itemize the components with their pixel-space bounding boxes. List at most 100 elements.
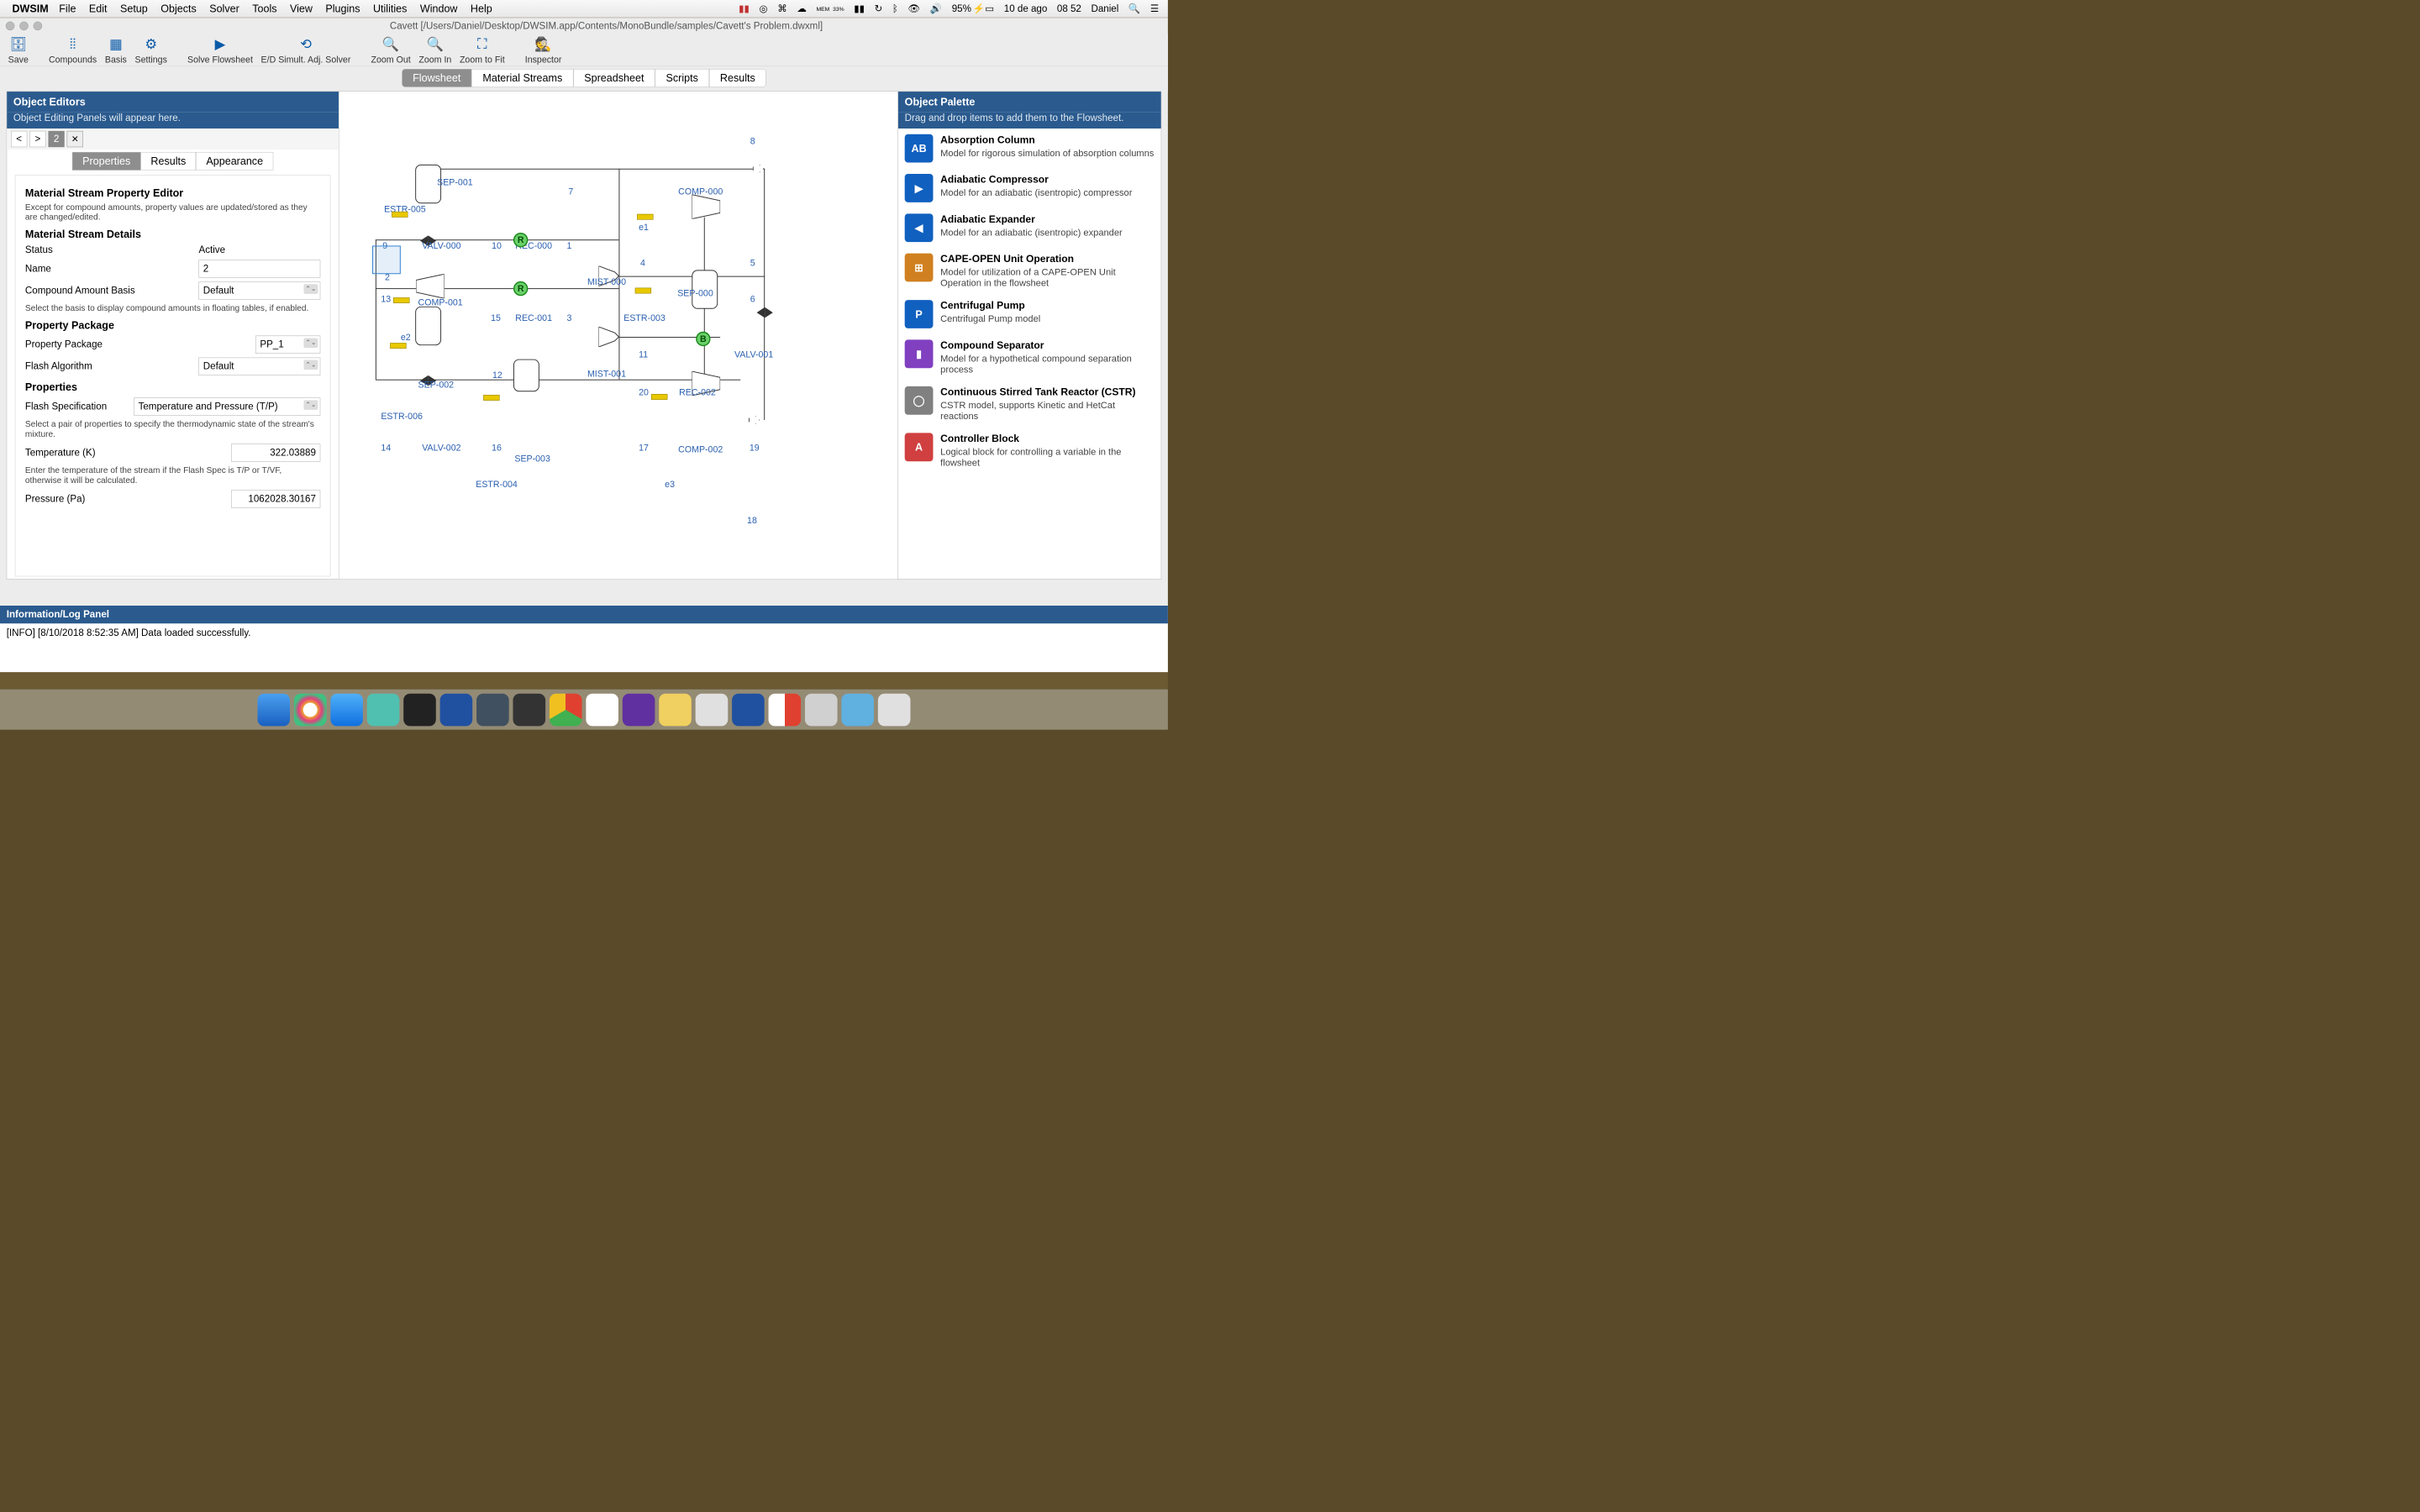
menu-objects[interactable]: Objects [154,3,203,15]
fs-label-7[interactable]: 7 [568,186,573,197]
fs-label-16[interactable]: 16 [492,443,502,454]
fs-label-estr-003[interactable]: ESTR-003 [623,313,666,324]
palette-item-absorption-column[interactable]: AB Absorption Column Model for rigorous … [898,129,1161,168]
fspec-select[interactable] [134,397,320,415]
status-icon-1[interactable]: ◎ [755,3,773,14]
fs-label-mist-001[interactable]: MIST-001 [587,368,626,379]
energy-e3[interactable] [651,394,667,400]
status-icon-2[interactable]: ▮▮ [849,3,869,14]
zoom-out-button[interactable]: 🔍Zoom Out [371,35,410,65]
fs-label-valv-001[interactable]: VALV-001 [734,349,773,360]
dock-mail[interactable] [696,693,729,726]
cloud-sync-icon[interactable]: ☁ [792,3,812,14]
menu-help[interactable]: Help [464,3,498,15]
menubar-time[interactable]: 08 52 [1052,3,1086,15]
fs-label-estr-004[interactable]: ESTR-004 [476,479,518,490]
tab-material-streams[interactable]: Material Streams [471,69,573,87]
energy-estr004[interactable] [483,395,499,401]
fs-label-11[interactable]: 11 [639,349,648,360]
palette-item-centrifugal-pump[interactable]: P Centrifugal Pump Centrifugal Pump mode… [898,294,1161,333]
comp-001[interactable] [416,274,445,298]
comp-000[interactable] [692,195,720,219]
dock-photos[interactable] [294,693,327,726]
inspector-button[interactable]: 🕵Inspector [525,35,562,65]
energy-estr003[interactable] [635,288,651,294]
fs-label-15[interactable]: 15 [491,313,501,324]
menubar-user[interactable]: Daniel [1086,3,1123,15]
selected-stream[interactable] [372,245,401,274]
pp-select[interactable] [255,336,320,354]
palette-item-compound-separator[interactable]: ▮ Compound Separator Model for a hypothe… [898,334,1161,381]
stream-18-arrow[interactable] [749,416,760,424]
fs-label-19[interactable]: 19 [750,443,760,454]
rec-000[interactable]: R [513,233,528,247]
basis-button[interactable]: ▦Basis [105,35,127,65]
subtab-properties[interactable]: Properties [72,152,140,171]
spotlight-icon[interactable]: 🔍 [1123,3,1145,14]
fs-label-6[interactable]: 6 [750,294,755,305]
flash-select[interactable] [198,358,320,375]
menu-edit[interactable]: Edit [82,3,113,15]
fs-label-20[interactable]: 20 [639,387,649,398]
stream-8-arrow[interactable] [753,165,765,173]
menu-utilities[interactable]: Utilities [366,3,413,15]
energy-e1[interactable] [637,214,653,220]
menu-view[interactable]: View [283,3,318,15]
fs-label-comp-001[interactable]: COMP-001 [418,297,463,308]
app-name[interactable]: DWSIM [12,3,48,15]
time-machine-icon[interactable]: ↻ [870,3,887,14]
press-field[interactable] [231,490,320,507]
fs-label-18[interactable]: 18 [747,515,757,526]
palette-item-cape-open-unit-operation[interactable]: ⊞ CAPE-OPEN Unit Operation Model for uti… [898,248,1161,294]
dock-finder[interactable] [257,693,290,726]
fs-label-estr-006[interactable]: ESTR-006 [381,411,423,422]
zoom-fit-button[interactable]: ⛶Zoom to Fit [460,35,505,65]
bluetooth-icon[interactable]: ᛒ [887,3,903,15]
creative-cloud-icon[interactable]: ⌘ [772,3,792,14]
solve-flowsheet-button[interactable]: ▶Solve Flowsheet [187,35,253,65]
tab-results[interactable]: Results [709,69,766,87]
subtab-appearance[interactable]: Appearance [196,152,273,171]
fs-label-e1[interactable]: e1 [639,222,649,233]
fs-label-valv-000[interactable]: VALV-000 [422,240,460,251]
palette-item-continuous-stirred-tank-reactor-cstr-[interactable]: ◯ Continuous Stirred Tank Reactor (CSTR)… [898,381,1161,427]
dock-appstore[interactable] [330,693,363,726]
name-field[interactable] [198,260,320,277]
fs-label-sep-000[interactable]: SEP-000 [677,287,713,298]
palette-item-controller-block[interactable]: A Controller Block Logical block for con… [898,428,1161,474]
settings-button[interactable]: ⚙Settings [135,35,167,65]
fs-label-10[interactable]: 10 [492,240,502,251]
close-window-button[interactable] [6,22,15,31]
fs-label-mist-000[interactable]: MIST-000 [587,276,626,287]
dock-terminal[interactable] [403,693,436,726]
nav-current[interactable]: 2 [48,131,64,147]
fs-label-12[interactable]: 12 [492,370,502,381]
dock-app4[interactable] [586,693,618,726]
rec-001[interactable]: R [513,281,528,296]
fs-label-sep-003[interactable]: SEP-003 [514,454,550,465]
fs-label-5[interactable]: 5 [750,258,755,269]
menu-tools[interactable]: Tools [245,3,283,15]
fs-label-1[interactable]: 1 [566,240,571,251]
rec-002[interactable]: B [696,332,710,346]
tab-spreadsheet[interactable]: Spreadsheet [573,69,655,87]
notification-center-icon[interactable]: ☰ [1145,3,1164,14]
ed-simult-button[interactable]: ⟲E/D Simult. Adj. Solver [261,35,351,65]
zoom-in-button[interactable]: 🔍Zoom In [418,35,451,65]
sep-002-block[interactable] [415,307,441,345]
dock-trash[interactable] [878,693,911,726]
menu-solver[interactable]: Solver [203,3,245,15]
fs-label-valv-002[interactable]: VALV-002 [422,443,460,454]
fs-label-14[interactable]: 14 [381,443,391,454]
flowsheet-canvas[interactable]: R R B [339,92,897,579]
nav-close-button[interactable]: ✕ [67,131,83,147]
basis-select[interactable] [198,281,320,299]
subtab-results[interactable]: Results [140,152,196,171]
palette-item-adiabatic-expander[interactable]: ◀ Adiabatic Expander Model for an adiaba… [898,208,1161,248]
valv-001[interactable] [757,307,773,318]
energy-estr005[interactable] [392,212,408,218]
menu-file[interactable]: File [53,3,83,15]
dock-app1[interactable] [367,693,400,726]
menu-plugins[interactable]: Plugins [319,3,367,15]
dock-stocks[interactable] [732,693,765,726]
